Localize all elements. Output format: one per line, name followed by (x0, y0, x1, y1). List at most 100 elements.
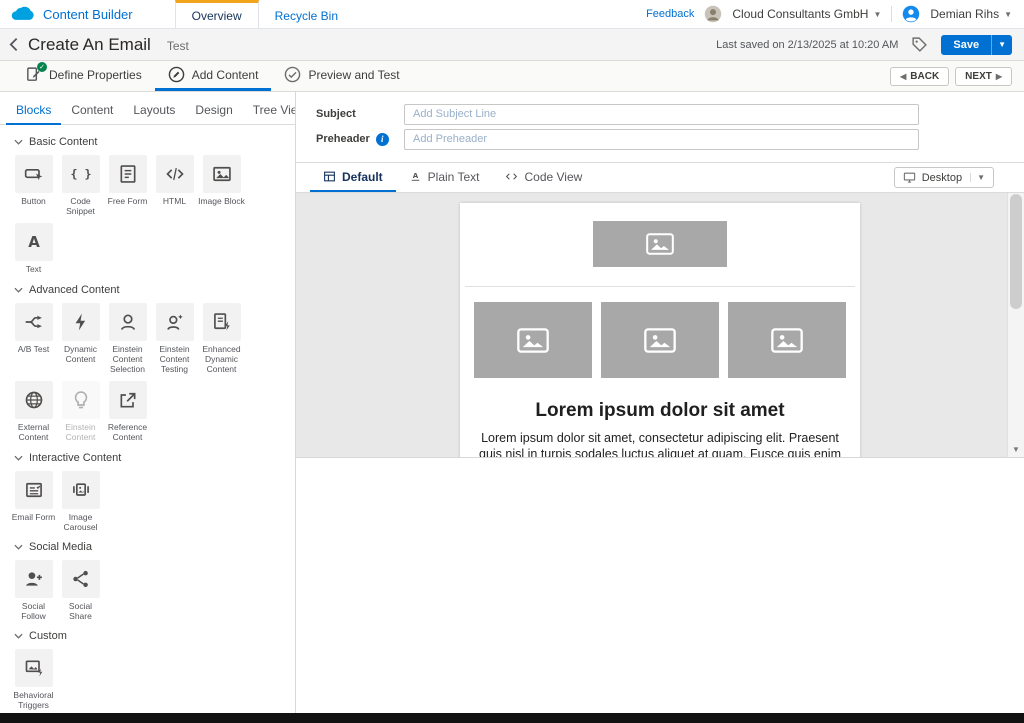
top-tab-recycle-bin[interactable]: Recycle Bin (259, 0, 354, 28)
tile-icon-box (62, 560, 100, 598)
workspace-empty-area (296, 458, 1024, 713)
block-tile-social-follow[interactable]: Social Follow (10, 560, 57, 621)
section-header-basic-content[interactable]: Basic Content (0, 127, 295, 155)
top-nav: Content Builder OverviewRecycle Bin Feed… (0, 0, 1024, 29)
sidebar-tab-tree-view[interactable]: Tree View (243, 99, 296, 125)
email-sheet[interactable]: Lorem ipsum dolor sit amet Lorem ipsum d… (460, 203, 860, 458)
subject-input[interactable] (404, 104, 919, 125)
block-tile-external-content[interactable]: External Content (10, 381, 57, 442)
user-menu-button[interactable]: Demian Rihs ▼ (930, 7, 1012, 21)
step-preview-and-test[interactable]: Preview and Test (271, 61, 412, 91)
tile-icon-box (62, 381, 100, 419)
chevron-left-icon (9, 37, 18, 52)
block-tile-einstein-content-testing[interactable]: Einstein Content Testing (151, 303, 198, 375)
enhanced-dynamic-icon (212, 312, 232, 332)
tile-icon-box (15, 560, 53, 598)
tile-icon-box: { } (62, 155, 100, 193)
scrollbar-thumb[interactable] (1010, 194, 1022, 309)
chevron-down-icon (14, 455, 23, 461)
back-chevron-button[interactable] (0, 29, 26, 60)
org-name: Cloud Consultants GmbH (732, 7, 868, 21)
brand[interactable]: Content Builder (0, 0, 147, 28)
content-sidebar: BlocksContentLayoutsDesignTree View Basi… (0, 92, 296, 713)
email-body-text[interactable]: Lorem ipsum dolor sit amet, consectetur … (475, 431, 845, 458)
back-button[interactable]: ◀ BACK (890, 67, 949, 86)
section-header-interactive-content[interactable]: Interactive Content (0, 443, 295, 471)
sidebar-tab-blocks[interactable]: Blocks (6, 99, 61, 125)
page-header-right: Last saved on 2/13/2025 at 10:20 AM Save… (716, 35, 1024, 55)
lightning-icon (71, 312, 91, 332)
image-placeholder-2[interactable] (601, 302, 719, 378)
block-tile-a-b-test[interactable]: A/B Test (10, 303, 57, 375)
button-block-icon (24, 164, 44, 184)
email-canvas: Lorem ipsum dolor sit amet Lorem ipsum d… (296, 193, 1024, 458)
step-define-properties[interactable]: ✓Define Properties (12, 61, 155, 91)
block-tile-image-carousel[interactable]: Image Carousel (57, 471, 104, 532)
tile-label: Email Form (12, 512, 55, 522)
html-icon (165, 164, 185, 184)
preheader-label: Preheader i (316, 133, 404, 146)
subject-label: Subject (316, 108, 404, 120)
block-tile-text[interactable]: AText (10, 223, 57, 274)
section-header-custom[interactable]: Custom (0, 621, 295, 649)
block-tile-enhanced-dynamic-content[interactable]: Enhanced Dynamic Content (198, 303, 245, 375)
social-share-icon (71, 569, 91, 589)
layout-icon (323, 170, 336, 183)
feedback-link[interactable]: Feedback (646, 8, 694, 20)
plain-text-icon: A (409, 170, 422, 183)
tile-icon-box (15, 381, 53, 419)
device-selector-button[interactable]: Desktop ▼ (894, 167, 994, 188)
steps: ✓Define PropertiesAdd ContentPreview and… (12, 61, 413, 91)
block-tile-einstein-content[interactable]: Einstein Content (57, 381, 104, 442)
tile-icon-box (109, 303, 147, 341)
user-name: Demian Rihs (930, 7, 999, 21)
save-dropdown-button[interactable]: ▼ (991, 35, 1012, 55)
last-saved-text: Last saved on 2/13/2025 at 10:20 AM (716, 39, 898, 51)
block-tile-email-form[interactable]: Email Form (10, 471, 57, 532)
image-placeholder-1[interactable] (474, 302, 592, 378)
block-tile-einstein-content-selection[interactable]: Einstein Content Selection (104, 303, 151, 375)
tag-icon[interactable] (911, 36, 928, 53)
section-header-advanced-content[interactable]: Advanced Content (0, 275, 295, 303)
block-tile-dynamic-content[interactable]: Dynamic Content (57, 303, 104, 375)
preheader-input[interactable] (404, 129, 919, 150)
view-tab-code-view[interactable]: Code View (492, 163, 595, 192)
org-avatar[interactable] (704, 5, 722, 23)
block-tile-reference-content[interactable]: Reference Content (104, 381, 151, 442)
block-tile-code-snippet[interactable]: { }Code Snippet (57, 155, 104, 216)
org-menu-button[interactable]: Cloud Consultants GmbH ▼ (732, 7, 881, 21)
view-tab-plain-text[interactable]: APlain Text (396, 163, 493, 192)
tile-icon-box (109, 155, 147, 193)
top-tab-overview[interactable]: Overview (175, 0, 259, 28)
block-tile-button[interactable]: Button (10, 155, 57, 216)
sidebar-tab-content[interactable]: Content (61, 99, 123, 125)
image-row (460, 302, 860, 378)
sidebar-tab-design[interactable]: Design (185, 99, 242, 125)
section-header-social-media[interactable]: Social Media (0, 532, 295, 560)
tile-icon-box: A (15, 223, 53, 261)
page-subtitle: Test (167, 39, 189, 53)
block-tile-free-form[interactable]: Free Form (104, 155, 151, 216)
canvas-scrollbar[interactable]: ▼ (1007, 193, 1024, 457)
code-snippet-icon: { } (71, 164, 91, 184)
view-tab-default[interactable]: Default (310, 163, 396, 192)
tile-icon-box (62, 471, 100, 509)
block-tile-behavioral-triggers[interactable]: Behavioral Triggers (10, 649, 57, 710)
block-tile-social-share[interactable]: Social Share (57, 560, 104, 621)
next-button[interactable]: NEXT ▶ (955, 67, 1012, 86)
block-tile-image-block[interactable]: Image Block (198, 155, 245, 216)
save-button[interactable]: Save (941, 35, 991, 55)
hero-image-placeholder[interactable] (593, 221, 727, 267)
block-sections: Basic ContentButton{ }Code SnippetFree F… (0, 125, 295, 713)
save-button-group: Save ▼ (941, 35, 1012, 55)
sidebar-tab-layouts[interactable]: Layouts (123, 99, 185, 125)
scrollbar-down-arrow[interactable]: ▼ (1008, 442, 1024, 457)
email-heading[interactable]: Lorem ipsum dolor sit amet (460, 400, 860, 422)
user-avatar[interactable] (902, 5, 920, 23)
image-placeholder-3[interactable] (728, 302, 846, 378)
info-icon[interactable]: i (376, 133, 389, 146)
view-tab-label: Default (342, 170, 383, 184)
block-tile-html[interactable]: HTML (151, 155, 198, 216)
step-add-content[interactable]: Add Content (155, 61, 272, 91)
tile-icon-box (15, 303, 53, 341)
